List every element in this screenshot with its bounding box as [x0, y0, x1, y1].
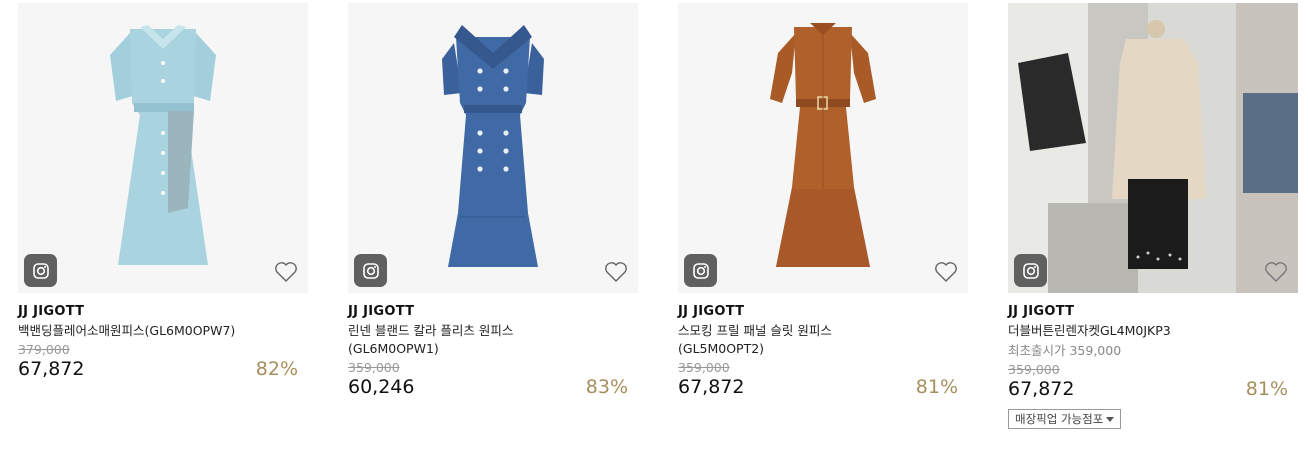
original-price: 359,000	[678, 360, 730, 375]
sale-price: 67,872	[678, 376, 745, 398]
product-brand: JJ JIGOTT	[348, 304, 415, 319]
original-price: 359,000	[1008, 362, 1060, 377]
heart-outline-icon[interactable]	[934, 261, 958, 283]
product-name[interactable]: 백밴딩플레어소매원피스(GL6M0OPW7)	[18, 322, 238, 340]
caret-down-icon	[1106, 416, 1115, 422]
instagram-icon[interactable]	[24, 254, 57, 287]
product-image[interactable]	[348, 3, 638, 293]
dress-image	[18, 3, 308, 293]
instagram-icon[interactable]	[354, 254, 387, 287]
product-brand: JJ JIGOTT	[1008, 304, 1075, 319]
store-pickup-label: 매장픽업 가능점포	[1015, 412, 1104, 426]
product-name[interactable]: 스모킹 프릴 패널 슬릿 원피스(GL5M0OPT2)	[678, 322, 898, 358]
product-name[interactable]: 더블버튼린렌자켓GL4M0JKP3	[1008, 322, 1228, 340]
product-card[interactable]: JJ JIGOTT 백밴딩플레어소매원피스(GL6M0OPW7) 379,000…	[18, 3, 308, 381]
store-photo-image	[1008, 3, 1298, 293]
sale-price: 60,246	[348, 376, 415, 398]
launch-price: 최초출시가 359,000	[1008, 343, 1122, 358]
original-price: 359,000	[348, 360, 400, 375]
heart-outline-icon[interactable]	[274, 261, 298, 283]
sale-price: 67,872	[18, 358, 85, 380]
product-name[interactable]: 린넨 블랜드 칼라 플리츠 원피스(GL6M0OPW1)	[348, 322, 568, 358]
product-image[interactable]	[18, 3, 308, 293]
product-card[interactable]: JJ JIGOTT 린넨 블랜드 칼라 플리츠 원피스(GL6M0OPW1) 3…	[348, 3, 638, 399]
heart-outline-icon[interactable]	[1264, 261, 1288, 283]
sale-price: 67,872	[1008, 378, 1075, 400]
product-brand: JJ JIGOTT	[18, 304, 85, 319]
discount-rate: 81%	[915, 376, 958, 398]
instagram-icon[interactable]	[684, 254, 717, 287]
dress-image	[678, 3, 968, 293]
product-card[interactable]: JJ JIGOTT 더블버튼린렌자켓GL4M0JKP3 최초출시가 359,00…	[1008, 3, 1298, 429]
discount-rate: 83%	[585, 376, 628, 398]
store-pickup-button[interactable]: 매장픽업 가능점포	[1008, 409, 1122, 429]
product-image[interactable]	[678, 3, 968, 293]
original-price: 379,000	[18, 342, 70, 357]
instagram-icon[interactable]	[1014, 254, 1047, 287]
product-grid: JJ JIGOTT 백밴딩플레어소매원피스(GL6M0OPW7) 379,000…	[0, 0, 1308, 466]
discount-rate: 82%	[255, 358, 298, 380]
product-brand: JJ JIGOTT	[678, 304, 745, 319]
heart-outline-icon[interactable]	[604, 261, 628, 283]
product-image[interactable]	[1008, 3, 1298, 293]
product-card[interactable]: JJ JIGOTT 스모킹 프릴 패널 슬릿 원피스(GL5M0OPT2) 35…	[678, 3, 968, 399]
dress-image	[348, 3, 638, 293]
discount-rate: 81%	[1245, 378, 1288, 400]
